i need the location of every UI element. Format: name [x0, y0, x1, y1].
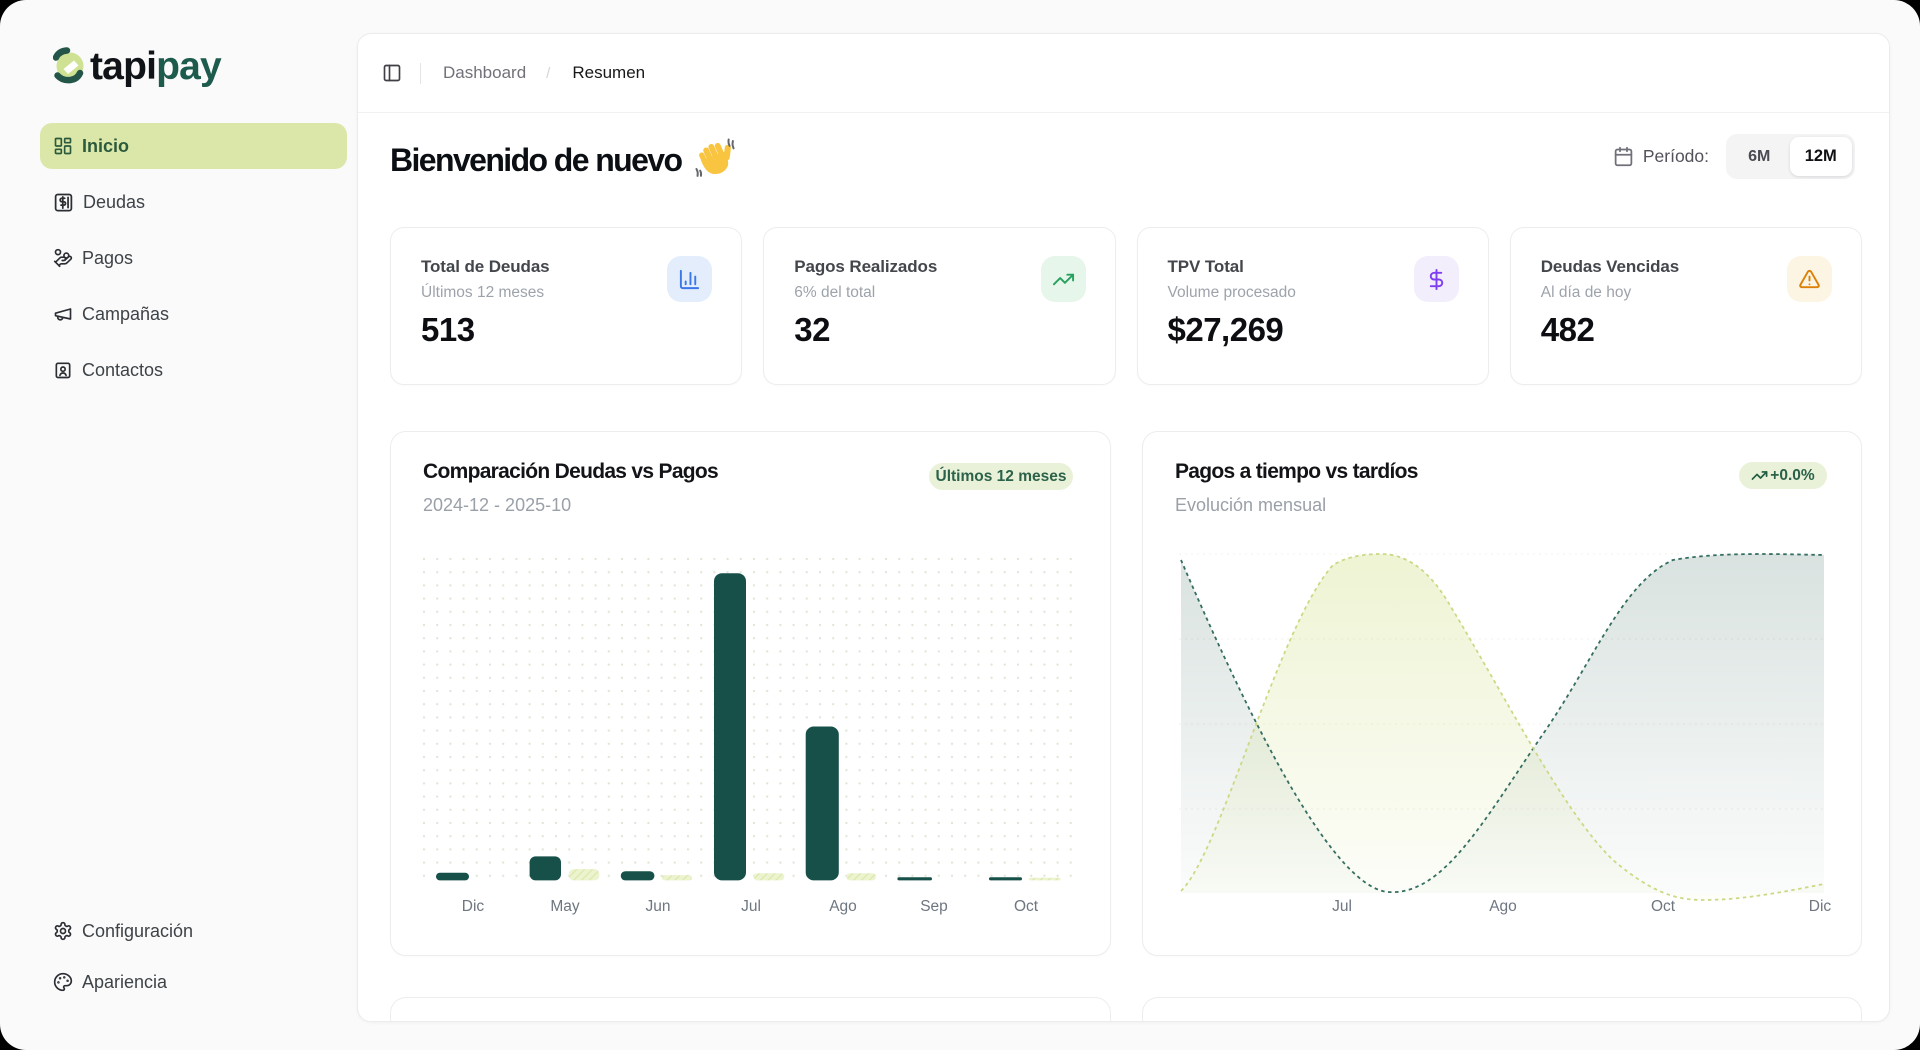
svg-text:Ago: Ago — [1489, 898, 1517, 915]
svg-text:Oct: Oct — [1014, 898, 1039, 915]
svg-text:Oct: Oct — [1651, 898, 1676, 915]
svg-text:Jun: Jun — [646, 898, 671, 915]
svg-text:Sep: Sep — [920, 898, 948, 915]
svg-text:Dic: Dic — [462, 898, 485, 915]
svg-text:Jul: Jul — [1332, 898, 1352, 915]
svg-text:May: May — [550, 898, 580, 915]
svg-text:Ago: Ago — [829, 898, 857, 915]
svg-text:Dic: Dic — [1809, 898, 1832, 915]
svg-text:Jul: Jul — [741, 898, 761, 915]
